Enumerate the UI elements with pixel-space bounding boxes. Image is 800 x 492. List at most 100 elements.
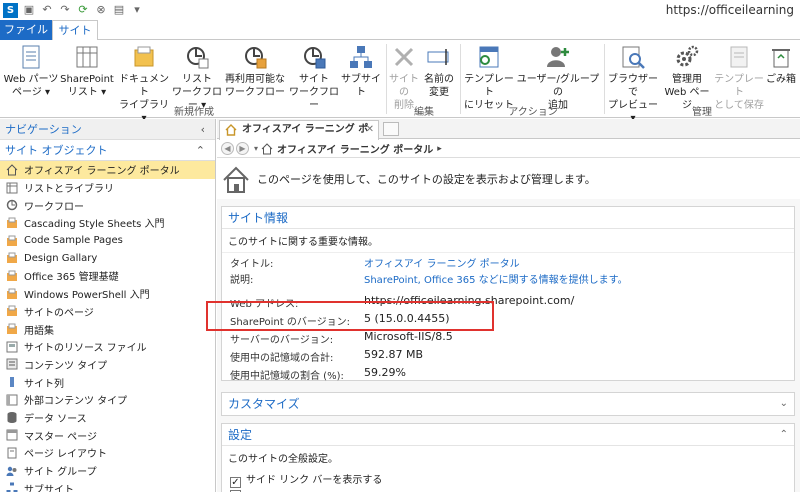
subsite-icon — [7, 270, 17, 281]
navigation-pane: ナビゲーション ‹ サイト オブジェクト ⌃ オフィスアイ ラーニング ポータル… — [0, 119, 216, 492]
list-icon — [76, 46, 98, 68]
home-icon — [6, 164, 18, 176]
nav-item-data-sources[interactable]: データ ソース — [0, 409, 215, 427]
reset-template-button[interactable]: テンプレート にリセット — [462, 44, 516, 112]
breadcrumb-chevron-icon[interactable]: ▸ — [437, 144, 442, 154]
close-tab-icon[interactable]: ✕ — [366, 121, 374, 139]
pages-icon — [7, 305, 17, 317]
nav-item-master-pages[interactable]: マスター ページ — [0, 426, 215, 444]
nav-item-site-columns[interactable]: サイト列 — [0, 373, 215, 391]
document-tab-strip: オフィスアイ ラーニング ポータル ✕ — [217, 119, 800, 153]
nav-item-content-types[interactable]: コンテンツ タイプ — [0, 356, 215, 374]
recycle-bin-button[interactable]: ごみ箱 — [762, 44, 800, 86]
delete-site-button[interactable]: サイトの 削除 — [388, 44, 420, 112]
new-tab-button[interactable] — [383, 122, 399, 136]
nav-item-subsites[interactable]: サブサイト — [0, 479, 215, 492]
highlight-box — [206, 301, 494, 331]
description-value[interactable]: SharePoint, Office 365 などに関する情報を提供します。 — [364, 271, 628, 286]
preview-icon[interactable]: ▤ — [112, 3, 126, 17]
reusable-workflow-button[interactable]: 再利用可能な ワークフロー — [222, 44, 288, 99]
chevron-up-icon[interactable]: ⌃ — [196, 140, 205, 161]
subsite-button[interactable]: サブサイト — [338, 44, 384, 99]
site-home-icon — [223, 166, 249, 193]
tab-file[interactable]: ファイル — [0, 20, 52, 40]
group-edit-label: 編集 — [414, 107, 434, 118]
nav-item-code-sample[interactable]: Code Sample Pages — [0, 232, 215, 250]
chevron-down-icon[interactable]: ⌄ — [780, 393, 788, 415]
web-part-page-button[interactable]: Web パーツ ページ ▾ — [3, 44, 59, 99]
workflow-icon — [187, 47, 209, 69]
stop-icon[interactable]: ⊗ — [94, 3, 108, 17]
ribbon-separator — [460, 44, 461, 114]
sharepoint-logo-icon: S — [3, 2, 18, 18]
collapse-nav-icon[interactable]: ‹ — [201, 119, 205, 140]
nav-item-o365[interactable]: Office 365 管理基礎 — [0, 267, 215, 285]
show-side-link-bar-option[interactable]: ✓ サイド リンク バーを表示する — [230, 471, 382, 488]
refresh-icon[interactable]: ⟳ — [76, 3, 90, 17]
column-icon — [10, 377, 14, 388]
navigation-header: ナビゲーション ‹ — [0, 119, 215, 140]
server-version-value: Microsoft-IIS/8.5 — [364, 330, 453, 343]
resource-file-icon — [6, 341, 18, 353]
nav-item-lists-libraries[interactable]: リストとライブラリ — [0, 179, 215, 197]
preview-browser-icon — [622, 46, 645, 69]
admin-web-page-button[interactable]: 管理用 Web ページ — [660, 44, 714, 112]
page-layout-icon — [7, 447, 17, 459]
home-icon — [225, 124, 237, 136]
customize-title[interactable]: カスタマイズ ⌄ — [222, 393, 794, 415]
breadcrumb-portal[interactable]: オフィスアイ ラーニング ポータル — [277, 141, 433, 156]
customize-panel[interactable]: カスタマイズ ⌄ — [221, 392, 795, 416]
site-workflow-button[interactable]: サイト ワークフロー — [288, 44, 340, 112]
settings-panel: 設定 ⌃ このサイトの全般設定。 ✓ サイド リンク バーを表示する — [221, 423, 795, 492]
recycle-bin-icon — [772, 49, 790, 68]
dropdown-arrow-icon[interactable]: ▾ — [254, 144, 258, 153]
nav-item-design-gallary[interactable]: Design Gallary — [0, 249, 215, 267]
save-icon[interactable]: ▣ — [22, 3, 36, 17]
site-info-title: サイト情報 — [222, 207, 794, 229]
back-icon[interactable]: ◀ — [221, 142, 234, 155]
undo-icon[interactable]: ↶ — [40, 3, 54, 17]
site-info-panel: サイト情報 このサイトに関する重要な情報。 タイトル: オフィスアイ ラーニング… — [221, 206, 795, 382]
add-user-group-button[interactable]: ユーザー/グループの 追加 — [512, 44, 604, 112]
list-icon — [6, 182, 18, 194]
forward-icon[interactable]: ▶ — [236, 142, 249, 155]
nav-item-powershell[interactable]: Windows PowerShell 入門 — [0, 285, 215, 303]
nav-item-portal[interactable]: オフィスアイ ラーニング ポータル — [0, 161, 215, 179]
site-objects-header[interactable]: サイト オブジェクト ⌃ — [0, 140, 215, 161]
storage-percent-value: 59.29% — [364, 366, 406, 379]
storage-total-value: 592.87 MB — [364, 348, 424, 361]
subsites-icon — [6, 482, 18, 492]
workflow-icon — [6, 199, 18, 211]
nav-item-workflows[interactable]: ワークフロー — [0, 196, 215, 214]
title-value[interactable]: オフィスアイ ラーニング ポータル — [364, 255, 520, 270]
tab-site[interactable]: サイト — [52, 20, 98, 41]
web-part-page-icon — [22, 45, 40, 69]
intro-text: このページを使用して、このサイトの設定を表示および管理します。 — [257, 173, 596, 186]
subsite-icon — [7, 252, 17, 264]
document-tab-portal[interactable]: オフィスアイ ラーニング ポータル ✕ — [219, 120, 379, 153]
nav-item-site-groups[interactable]: サイト グループ — [0, 462, 215, 480]
delete-icon — [394, 47, 414, 67]
rename-button[interactable]: 名前の 変更 — [420, 44, 458, 99]
nav-item-site-assets[interactable]: サイトのリソース ファイル — [0, 338, 215, 356]
description-label: 説明: — [230, 275, 254, 286]
sharepoint-list-button[interactable]: SharePoint リスト ▾ — [58, 44, 116, 99]
nav-item-glossary[interactable]: 用語集 — [0, 320, 215, 338]
save-as-template-button[interactable]: テンプレート として保存 — [712, 44, 766, 112]
redo-icon[interactable]: ↷ — [58, 3, 72, 17]
nav-item-site-pages[interactable]: サイトのページ — [0, 303, 215, 321]
library-icon — [134, 46, 154, 67]
show-side-link-bar-checkbox[interactable]: ✓ — [230, 477, 241, 488]
nav-item-css[interactable]: Cascading Style Sheets 入門 — [0, 214, 215, 232]
storage-percent-label: 使用中記憶域の割合 (%): — [230, 371, 344, 382]
chevron-up-icon[interactable]: ⌃ — [780, 424, 788, 446]
reset-template-icon — [479, 46, 499, 68]
site-workflow-icon — [304, 47, 326, 69]
reusable-workflow-icon — [245, 47, 267, 69]
nav-item-page-layouts[interactable]: ページ レイアウト — [0, 444, 215, 462]
settings-title[interactable]: 設定 ⌃ — [222, 424, 794, 446]
list-workflow-button[interactable]: リスト ワークフロー ▾ — [170, 44, 224, 112]
customize-qa-icon[interactable]: ▾ — [130, 3, 144, 17]
subsite-icon — [350, 46, 372, 68]
nav-item-external-content-types[interactable]: 外部コンテンツ タイプ — [0, 391, 215, 409]
